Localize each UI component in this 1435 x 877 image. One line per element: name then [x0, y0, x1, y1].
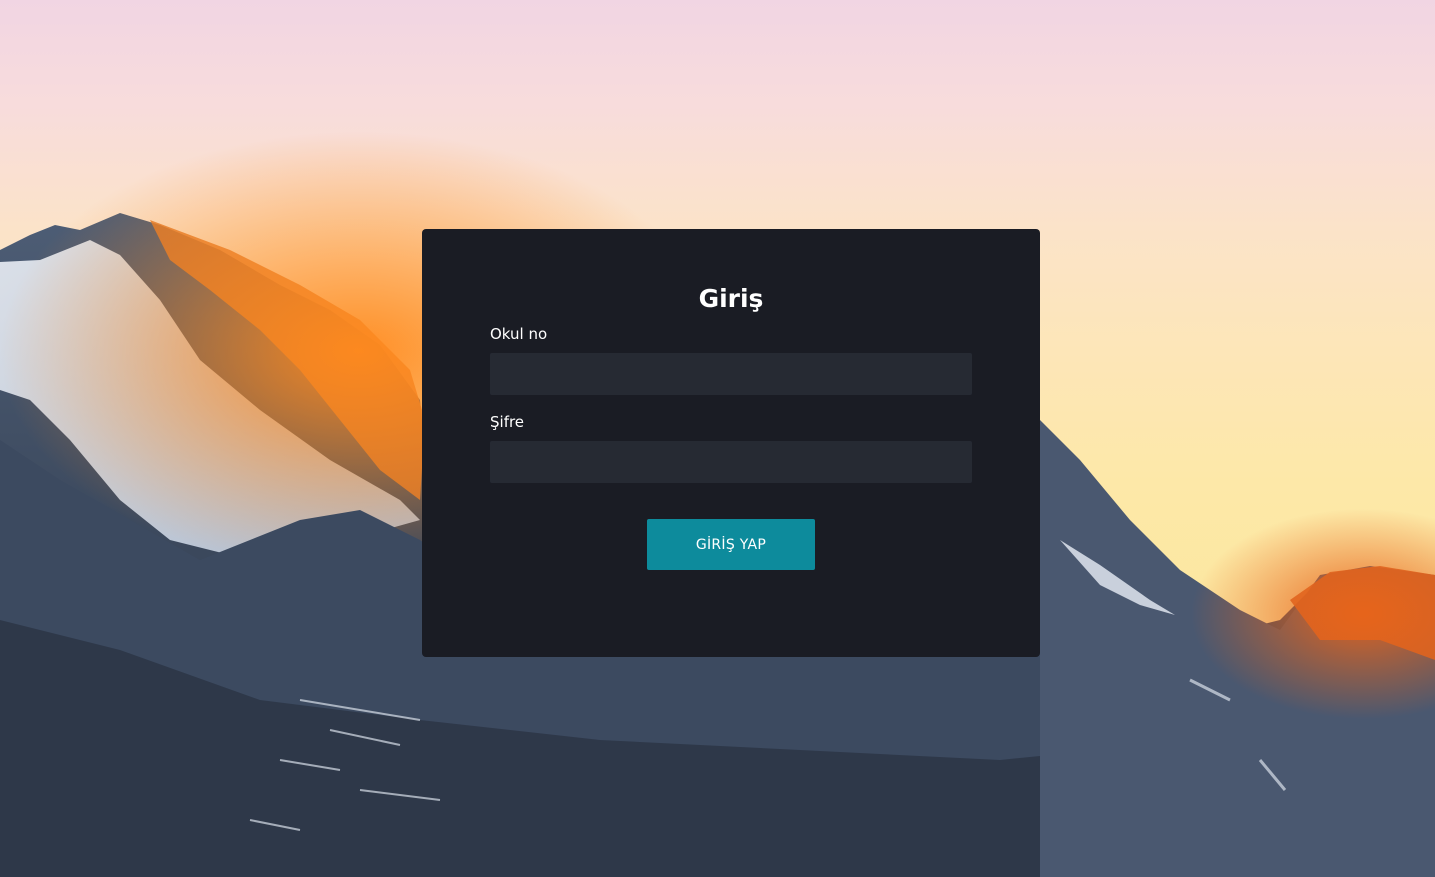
login-page: Giriş Okul no Şifre GİRİŞ YAP — [0, 0, 1435, 877]
login-title: Giriş — [698, 284, 764, 313]
username-input[interactable] — [490, 353, 972, 395]
password-label: Şifre — [490, 413, 525, 431]
login-button[interactable]: GİRİŞ YAP — [647, 519, 815, 570]
username-label: Okul no — [490, 325, 548, 343]
password-input[interactable] — [490, 441, 972, 483]
login-card: Giriş Okul no Şifre GİRİŞ YAP — [422, 229, 1040, 657]
